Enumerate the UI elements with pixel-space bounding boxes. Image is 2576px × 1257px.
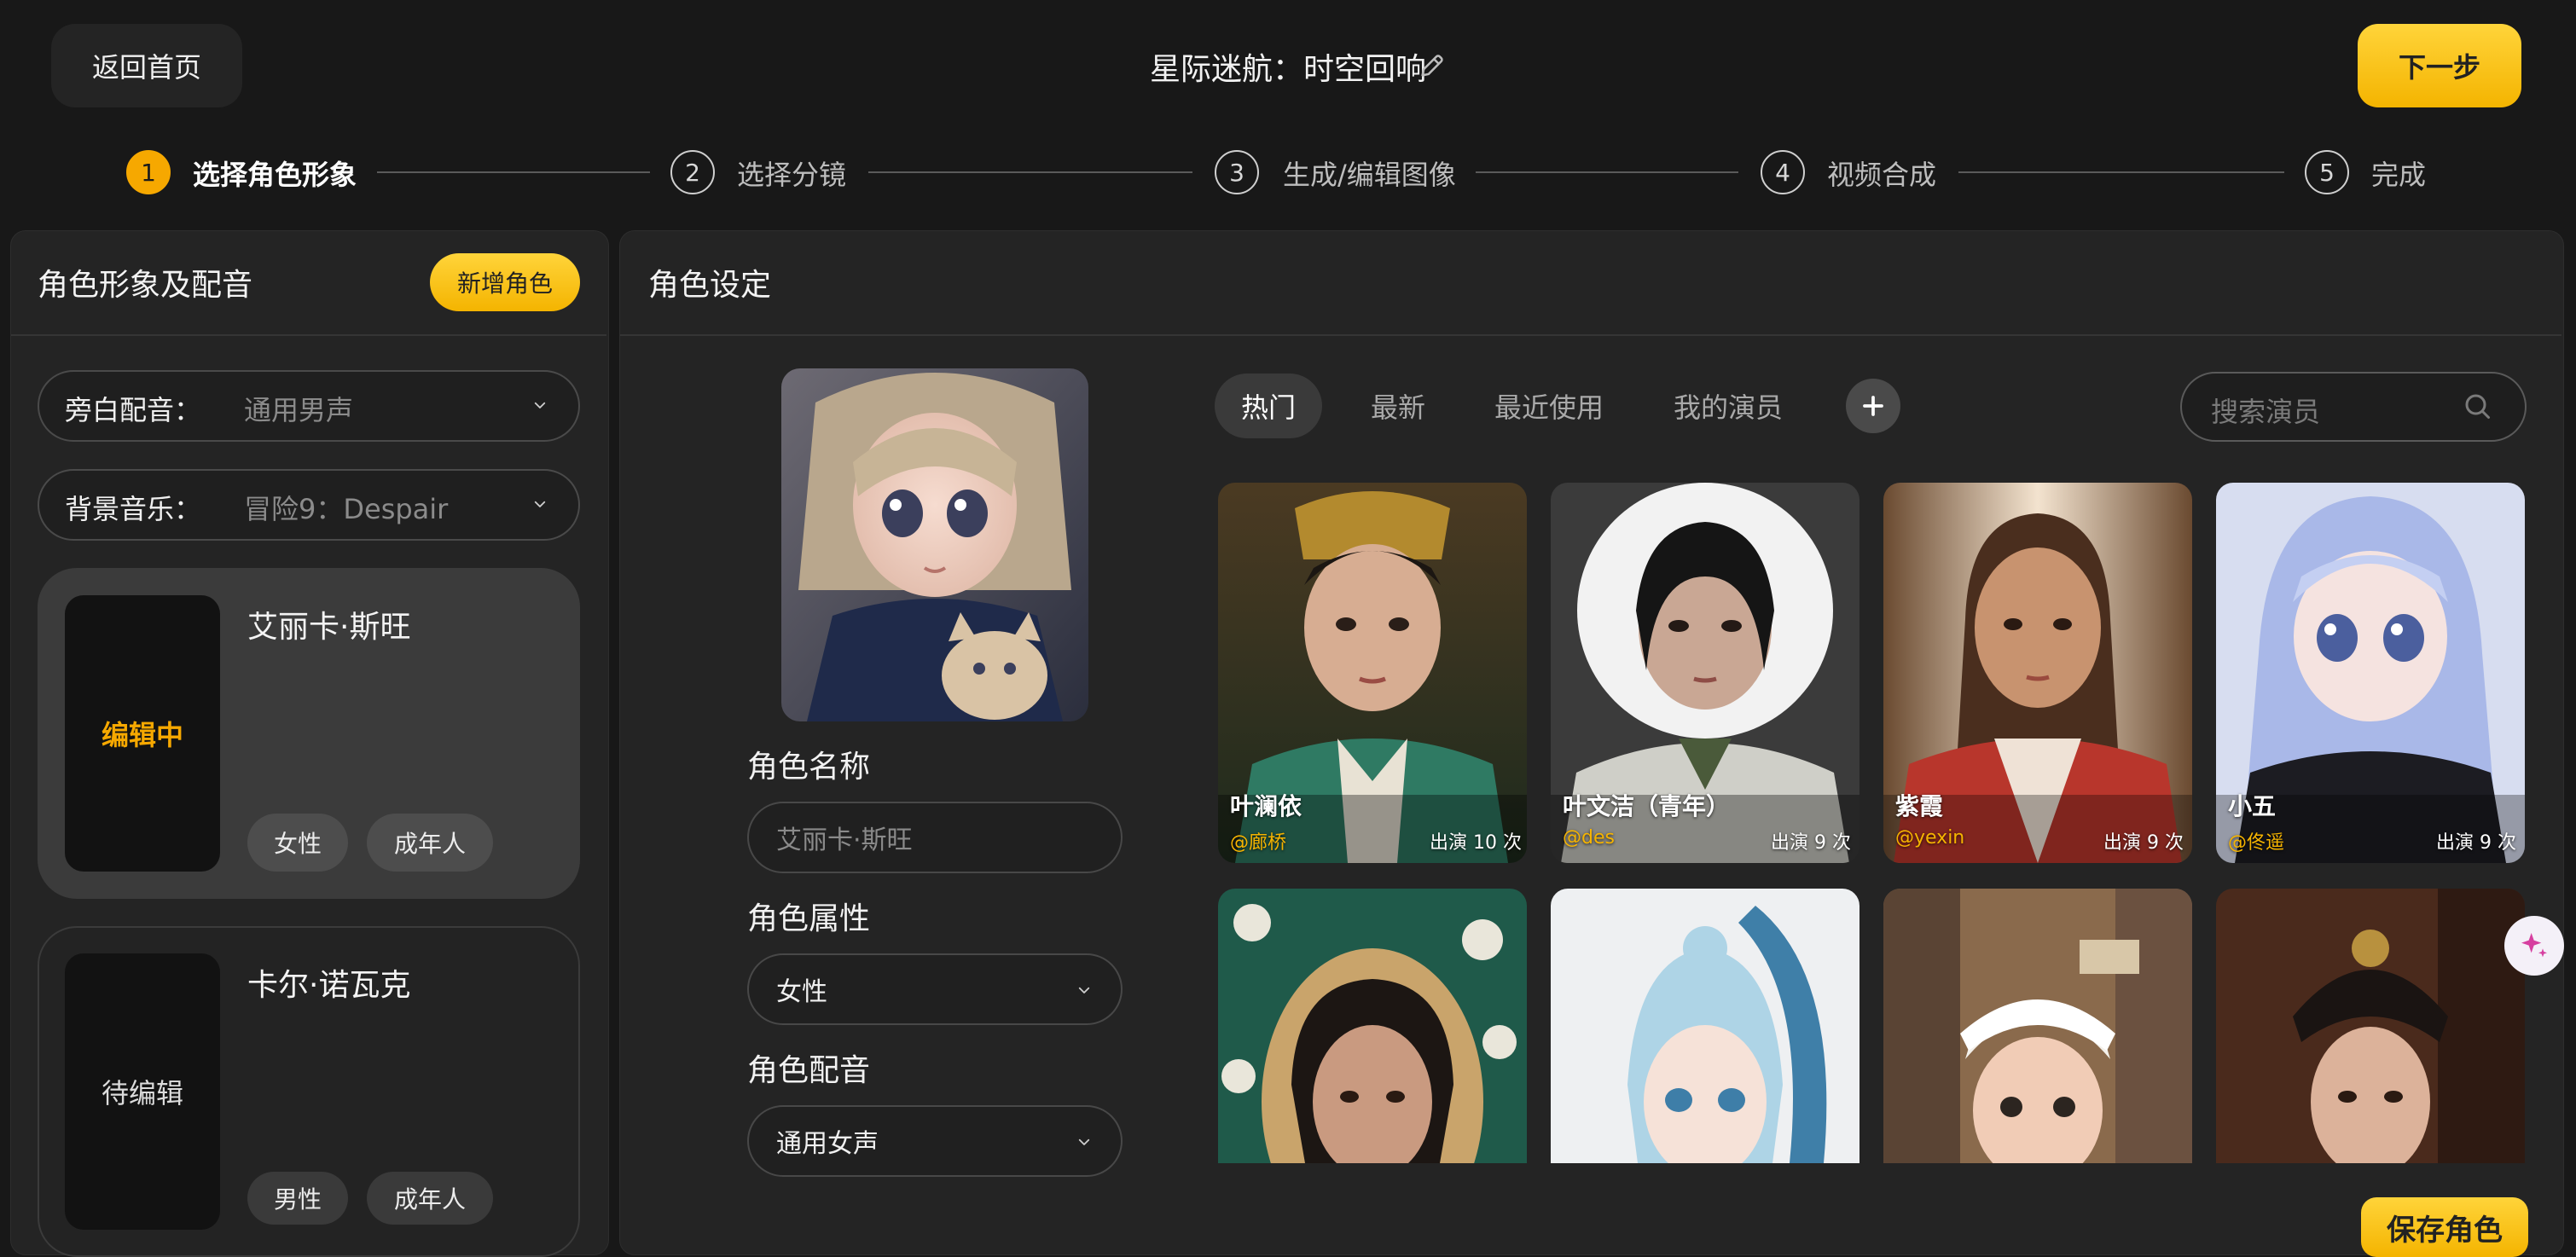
actor-card[interactable] bbox=[1883, 889, 2192, 1163]
step-4-label[interactable]: 视频合成 bbox=[1827, 154, 1936, 193]
actor-name: 小五 bbox=[2228, 792, 2277, 820]
role-name-placeholder: 艾丽卡·斯旺 bbox=[776, 825, 913, 855]
role-tag: 成年人 bbox=[367, 1172, 493, 1225]
role-status: 编辑中 bbox=[101, 719, 183, 751]
actor-usage-count: 出演 9 次 bbox=[1771, 832, 1851, 854]
narration-voice-label: 旁白配音： bbox=[65, 394, 202, 426]
ai-sparkle-button[interactable] bbox=[2504, 916, 2564, 976]
actor-handle: @廊桥 bbox=[1230, 832, 1287, 854]
background-music-value: 冒险9：Despair bbox=[244, 493, 449, 525]
search-icon[interactable] bbox=[2462, 391, 2492, 421]
actor-usage-count: 出演 9 次 bbox=[2436, 832, 2516, 854]
sparkle-icon bbox=[2521, 933, 2547, 958]
role-settings-title: 角色设定 bbox=[648, 268, 772, 303]
step-3-circle: 3 bbox=[1215, 150, 1259, 194]
actor-card[interactable] bbox=[1551, 889, 1859, 1163]
step-connector bbox=[1958, 171, 2284, 173]
role-name: 艾丽卡·斯旺 bbox=[247, 610, 411, 645]
step-connector bbox=[1476, 171, 1738, 173]
actor-name: 叶澜依 bbox=[1230, 792, 1303, 820]
role-thumbnail: 待编辑 bbox=[65, 953, 220, 1230]
role-voice-value: 通用女声 bbox=[776, 1129, 879, 1159]
next-step-button[interactable]: 下一步 bbox=[2358, 24, 2521, 107]
step-5-label[interactable]: 完成 bbox=[2371, 154, 2426, 193]
role-name-input[interactable]: 艾丽卡·斯旺 bbox=[747, 802, 1123, 873]
actor-usage-count: 出演 9 次 bbox=[2103, 832, 2184, 854]
role-thumbnail: 编辑中 bbox=[65, 595, 220, 872]
chevron-down-icon bbox=[532, 496, 548, 512]
step-2-label[interactable]: 选择分镜 bbox=[737, 154, 846, 193]
tab-latest[interactable]: 最新 bbox=[1351, 374, 1445, 438]
tab-my-actors[interactable]: 我的演员 bbox=[1660, 374, 1796, 438]
role-attribute-label: 角色属性 bbox=[747, 901, 871, 936]
role-tag: 男性 bbox=[247, 1172, 348, 1225]
pencil-icon[interactable] bbox=[1418, 51, 1447, 80]
narration-voice-value: 通用男声 bbox=[244, 394, 354, 426]
role-tag: 成年人 bbox=[367, 814, 493, 872]
step-4-circle: 4 bbox=[1761, 150, 1805, 194]
role-attribute-value: 女性 bbox=[776, 977, 827, 1007]
role-voice-select[interactable]: 通用女声 bbox=[747, 1105, 1123, 1177]
role-name: 卡尔·诺瓦克 bbox=[247, 968, 411, 1003]
chevron-down-icon bbox=[1076, 982, 1092, 998]
divider bbox=[620, 334, 2561, 336]
role-status: 待编辑 bbox=[101, 1077, 183, 1109]
role-attribute-select[interactable]: 女性 bbox=[747, 953, 1123, 1025]
step-3-label[interactable]: 生成/编辑图像 bbox=[1283, 154, 1456, 193]
role-name-label: 角色名称 bbox=[747, 750, 871, 785]
save-role-button[interactable]: 保存角色 bbox=[2361, 1197, 2528, 1257]
role-list-title: 角色形象及配音 bbox=[38, 268, 253, 303]
step-1-label[interactable]: 选择角色形象 bbox=[193, 154, 357, 193]
actor-search-placeholder: 搜索演员 bbox=[2211, 396, 2321, 428]
actor-handle: @yexin bbox=[1895, 827, 1965, 849]
actor-handle: @des bbox=[1563, 827, 1615, 849]
actor-handle: @佟遥 bbox=[2228, 832, 2285, 854]
chevron-down-icon bbox=[1076, 1134, 1092, 1150]
step-connector bbox=[868, 171, 1192, 173]
project-title: 星际迷航：时空回响 bbox=[1149, 52, 1426, 87]
step-1-circle: 1 bbox=[126, 150, 171, 194]
role-tag: 女性 bbox=[247, 814, 348, 872]
actor-card[interactable] bbox=[2216, 889, 2525, 1163]
add-tab-button[interactable] bbox=[1846, 379, 1900, 433]
actor-usage-count: 出演 10 次 bbox=[1430, 832, 1522, 854]
role-portrait-image[interactable] bbox=[781, 368, 1088, 721]
step-connector bbox=[377, 171, 650, 173]
background-music-label: 背景音乐： bbox=[65, 493, 202, 525]
tab-recent[interactable]: 最近使用 bbox=[1481, 374, 1617, 438]
actor-card[interactable] bbox=[1218, 889, 1527, 1163]
actor-name: 紫霞 bbox=[1895, 792, 1944, 820]
actor-name: 叶文洁（青年） bbox=[1563, 792, 1731, 820]
role-voice-label: 角色配音 bbox=[747, 1053, 871, 1088]
plus-icon bbox=[1863, 396, 1883, 416]
step-5-circle: 5 bbox=[2305, 150, 2349, 194]
add-role-button[interactable]: 新增角色 bbox=[430, 253, 580, 311]
chevron-down-icon bbox=[532, 397, 548, 413]
divider bbox=[11, 334, 606, 336]
tab-hot[interactable]: 热门 bbox=[1215, 374, 1322, 438]
step-2-circle: 2 bbox=[670, 150, 715, 194]
